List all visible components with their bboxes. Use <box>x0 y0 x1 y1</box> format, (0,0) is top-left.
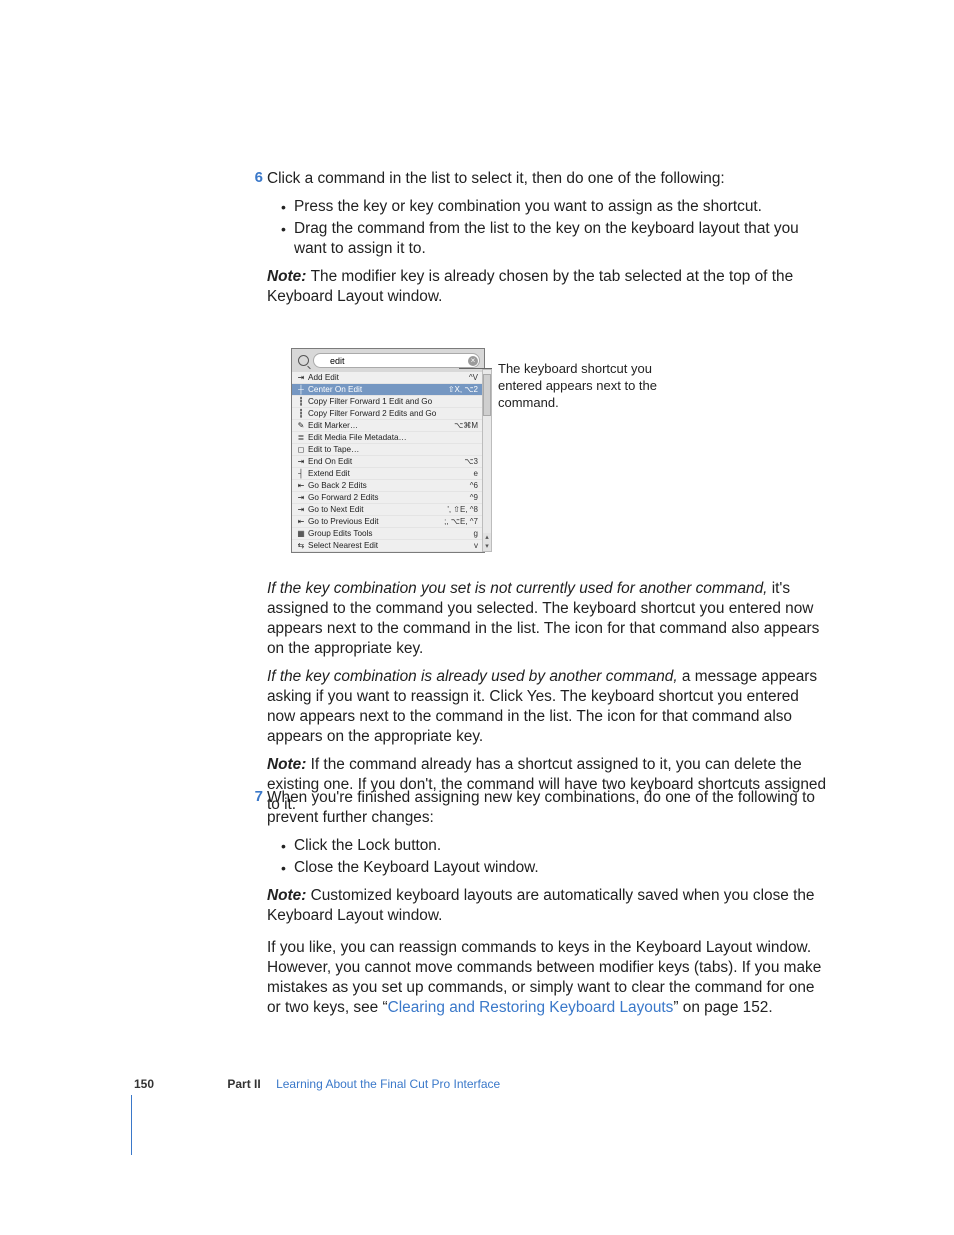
xref-clearing-restoring[interactable]: Clearing and Restoring Keyboard Layouts <box>388 999 674 1016</box>
command-label: Extend Edit <box>308 469 474 478</box>
command-icon: ⇆ <box>296 541 306 550</box>
command-label: Edit to Tape… <box>308 445 478 454</box>
footer-rule <box>131 1095 132 1155</box>
step7-bullet-1: Click the Lock button. <box>281 836 831 856</box>
command-row[interactable]: ⇆Select Nearest Editv <box>292 540 484 552</box>
command-shortcut: ^6 <box>470 481 480 490</box>
command-label: Go Forward 2 Edits <box>308 493 470 502</box>
callout-leader-line <box>459 368 492 369</box>
command-row[interactable]: ◻Edit to Tape… <box>292 444 484 456</box>
command-row[interactable]: ⇤Go Back 2 Edits^6 <box>292 480 484 492</box>
command-icon: ⇥ <box>296 457 306 466</box>
command-shortcut: ^9 <box>470 493 480 502</box>
command-row[interactable]: ⇥Go to Next Edit', ⇧E, ^8 <box>292 504 484 516</box>
command-row[interactable]: ┤Extend Edite <box>292 468 484 480</box>
command-icon: ✎ <box>296 421 306 430</box>
search-icon <box>298 355 309 366</box>
command-row[interactable]: ⇤Go to Previous Edit;, ⌥E, ^7 <box>292 516 484 528</box>
command-icon: ⇥ <box>296 505 306 514</box>
command-shortcut: e <box>474 469 480 478</box>
command-label: Select Nearest Edit <box>308 541 474 550</box>
para-reassign: If you like, you can reassign commands t… <box>267 938 831 1018</box>
footer-section-title: Learning About the Final Cut Pro Interfa… <box>276 1077 500 1091</box>
command-label: End On Edit <box>308 457 464 466</box>
step7-lead: When you're finished assigning new key c… <box>267 788 831 828</box>
command-icon: ⇥ <box>296 373 306 382</box>
scroll-up-icon[interactable]: ▴ <box>483 533 491 542</box>
command-label: Copy Filter Forward 1 Edit and Go <box>308 397 478 406</box>
para-reassign-c: ” on page 152. <box>673 999 772 1016</box>
scrollbar-thumb[interactable] <box>483 374 491 416</box>
command-list[interactable]: ⇥Add Edit^V┼Center On Edit⇧X, ⌥2┇Copy Fi… <box>292 372 484 552</box>
command-label: Go to Previous Edit <box>308 517 444 526</box>
step7-note-text: Customized keyboard layouts are automati… <box>267 887 815 924</box>
command-icon: ┤ <box>296 469 306 478</box>
command-label: Group Edits Tools <box>308 529 474 538</box>
command-row[interactable]: ┇Copy Filter Forward 1 Edit and Go <box>292 396 484 408</box>
command-label: Edit Media File Metadata… <box>308 433 478 442</box>
step7-note: Note: Customized keyboard layouts are au… <box>267 886 831 926</box>
command-shortcut: ⇧X, ⌥2 <box>448 385 480 394</box>
footer-part-label: Part II <box>227 1077 260 1091</box>
command-shortcut: ⌥3 <box>464 457 480 466</box>
command-row[interactable]: ▦Group Edits Toolsg <box>292 528 484 540</box>
command-row[interactable]: ≣Edit Media File Metadata… <box>292 432 484 444</box>
command-shortcut: ', ⇧E, ^8 <box>447 505 480 514</box>
note-label-3: Note: <box>267 887 311 904</box>
page-number: 150 <box>134 1077 154 1091</box>
command-shortcut: v <box>474 541 480 550</box>
command-label: Copy Filter Forward 2 Edits and Go <box>308 409 478 418</box>
step6-note: Note: The modifier key is already chosen… <box>267 267 831 307</box>
command-label: Go to Next Edit <box>308 505 447 514</box>
callout-text: The keyboard shortcut you entered appear… <box>498 360 658 411</box>
command-shortcut: ⌥⌘M <box>454 421 480 430</box>
command-label: Center On Edit <box>308 385 448 394</box>
command-shortcut: ;, ⌥E, ^7 <box>444 517 480 526</box>
command-icon: ┇ <box>296 397 306 406</box>
command-icon: ┇ <box>296 409 306 418</box>
command-row[interactable]: ┼Center On Edit⇧X, ⌥2 <box>292 384 484 396</box>
search-input[interactable] <box>313 353 480 368</box>
command-row[interactable]: ┇Copy Filter Forward 2 Edits and Go <box>292 408 484 420</box>
clear-search-icon[interactable]: × <box>468 356 478 366</box>
step7-bullet-2: Close the Keyboard Layout window. <box>281 858 831 878</box>
command-label: Edit Marker… <box>308 421 454 430</box>
scrollbar[interactable]: ▴ ▾ <box>482 369 492 552</box>
command-label: Go Back 2 Edits <box>308 481 470 490</box>
scroll-down-icon[interactable]: ▾ <box>483 542 491 551</box>
para-not-used-lead: If the key combination you set is not cu… <box>267 580 767 597</box>
page-footer: 150 Part II Learning About the Final Cut… <box>134 1077 834 1091</box>
command-row[interactable]: ⇥Go Forward 2 Edits^9 <box>292 492 484 504</box>
command-shortcut: g <box>474 529 480 538</box>
command-icon: ⇥ <box>296 493 306 502</box>
command-icon: ▦ <box>296 529 306 538</box>
command-icon: ⇤ <box>296 481 306 490</box>
command-shortcut: ^V <box>469 373 480 382</box>
command-icon: ┼ <box>296 385 306 394</box>
step6-bullet-1: Press the key or key combination you wan… <box>281 197 831 217</box>
command-row[interactable]: ✎Edit Marker…⌥⌘M <box>292 420 484 432</box>
command-list-panel: × ⇥Add Edit^V┼Center On Edit⇧X, ⌥2┇Copy … <box>291 348 485 553</box>
command-icon: ≣ <box>296 433 306 442</box>
command-row[interactable]: ⇥Add Edit^V <box>292 372 484 384</box>
command-row[interactable]: ⇥End On Edit⌥3 <box>292 456 484 468</box>
command-label: Add Edit <box>308 373 469 382</box>
command-icon: ◻ <box>296 445 306 454</box>
note-label: Note: <box>267 268 311 285</box>
para-not-used: If the key combination you set is not cu… <box>267 579 831 659</box>
step6-note-text: The modifier key is already chosen by th… <box>267 268 793 305</box>
command-icon: ⇤ <box>296 517 306 526</box>
note-label-2: Note: <box>267 756 311 773</box>
step-number-7: 7 <box>243 788 263 805</box>
step-number-6: 6 <box>243 169 263 186</box>
para-already-used: If the key combination is already used b… <box>267 667 831 747</box>
step6-bullet-2: Drag the command from the list to the ke… <box>281 219 831 259</box>
para-already-used-lead: If the key combination is already used b… <box>267 668 678 685</box>
search-row: × <box>292 349 484 372</box>
step6-lead: Click a command in the list to select it… <box>267 169 831 189</box>
